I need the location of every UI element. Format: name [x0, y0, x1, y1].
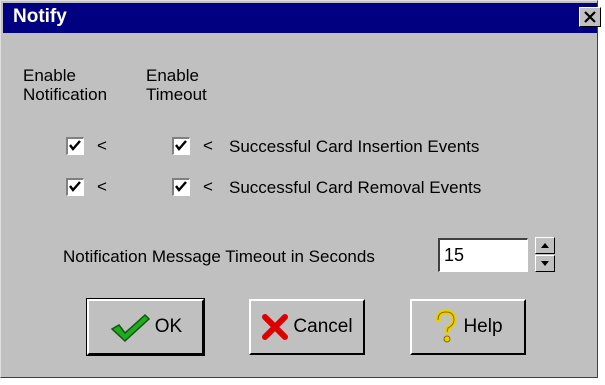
title-bar[interactable]: Notify	[3, 3, 601, 33]
arrow-up-icon	[541, 243, 549, 248]
spin-down-button[interactable]	[535, 255, 555, 272]
checkmark-icon	[110, 313, 150, 343]
enable-timeout-header-line2: Timeout	[146, 85, 207, 104]
marker-timeout-removal: <	[203, 177, 213, 196]
cancel-button[interactable]: Cancel	[249, 299, 365, 355]
cancel-label: Cancel	[293, 316, 353, 337]
close-icon	[584, 11, 596, 23]
checkmark-icon	[175, 181, 187, 192]
spin-up-button[interactable]	[535, 237, 555, 254]
notify-dialog: Notify Enable Notification Enable Timeou…	[0, 0, 601, 378]
enable-timeout-header-line1: Enable	[146, 66, 199, 85]
help-button[interactable]: Help	[410, 299, 526, 355]
arrow-down-icon	[541, 261, 549, 266]
marker-timeout-insertion: <	[203, 136, 213, 155]
row-label-removal: Successful Card Removal Events	[229, 178, 482, 197]
checkmark-icon	[69, 140, 81, 151]
close-button[interactable]	[579, 7, 601, 27]
marker-notification-insertion: <	[97, 136, 107, 155]
timeout-label: Notification Message Timeout in Seconds	[63, 247, 375, 266]
timeout-input[interactable]	[438, 238, 528, 272]
enable-notification-header-line2: Notification	[23, 85, 108, 104]
x-icon	[262, 314, 289, 340]
ok-button[interactable]: OK	[86, 298, 205, 356]
question-icon	[435, 310, 457, 343]
marker-notification-removal: <	[97, 177, 107, 196]
notification-checkbox-removal[interactable]	[66, 178, 84, 196]
checkmark-icon	[69, 181, 81, 192]
window-title: Notify	[13, 6, 67, 27]
timeout-checkbox-insertion[interactable]	[172, 137, 190, 155]
timeout-checkbox-removal[interactable]	[172, 178, 190, 196]
checkmark-icon	[175, 140, 187, 151]
ok-label: OK	[154, 316, 183, 337]
help-label: Help	[463, 316, 503, 337]
notification-checkbox-insertion[interactable]	[66, 137, 84, 155]
row-label-insertion: Successful Card Insertion Events	[229, 137, 480, 156]
enable-notification-header-line1: Enable	[23, 66, 76, 85]
